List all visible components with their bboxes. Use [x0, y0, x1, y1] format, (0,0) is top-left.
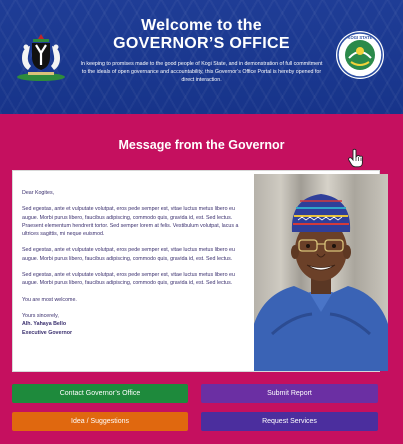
intro-text: In keeping to promises made to the good … — [80, 61, 323, 84]
letter-signoff: Yours sincerely, — [22, 312, 59, 319]
submit-report-button[interactable]: Submit Report — [201, 384, 378, 403]
section-title: Message from the Governor — [118, 138, 285, 152]
hand-pointer-cursor-icon — [348, 148, 363, 168]
governor-photo — [254, 174, 388, 371]
letter-closing: You are most welcome. — [22, 296, 77, 303]
letter-greeting: Dear Kogites, — [22, 190, 55, 196]
letter-paragraph-3: Sed egestas, ante et vulputate volutpat,… — [22, 272, 235, 287]
header-banner: Welcome to the GOVERNOR’S OFFICE In keep… — [0, 0, 403, 114]
letter-body: Dear Kogites, Sed egestas, ante et vulpu… — [22, 189, 242, 337]
signer-title: Executive Governor — [22, 329, 73, 336]
signer-name: Alh. Yahaya Bello — [22, 321, 67, 328]
svg-text:KOGI STATE: KOGI STATE — [348, 35, 373, 40]
contact-governors-office-button[interactable]: Contact Governor’s Office — [12, 384, 188, 403]
letter-paragraph-1: Sed egestas, ante et vulputate volutpat,… — [22, 206, 239, 238]
idea-suggestions-button[interactable]: Idea / Suggestions — [12, 412, 188, 431]
governor-message-card: Dear Kogites, Sed egestas, ante et vulpu… — [12, 170, 388, 372]
state-seal-icon: KOGI STATE — [336, 31, 384, 79]
request-services-button[interactable]: Request Services — [201, 412, 378, 431]
letter-paragraph-2: Sed egestas, ante et vulputate volutpat,… — [22, 247, 235, 262]
